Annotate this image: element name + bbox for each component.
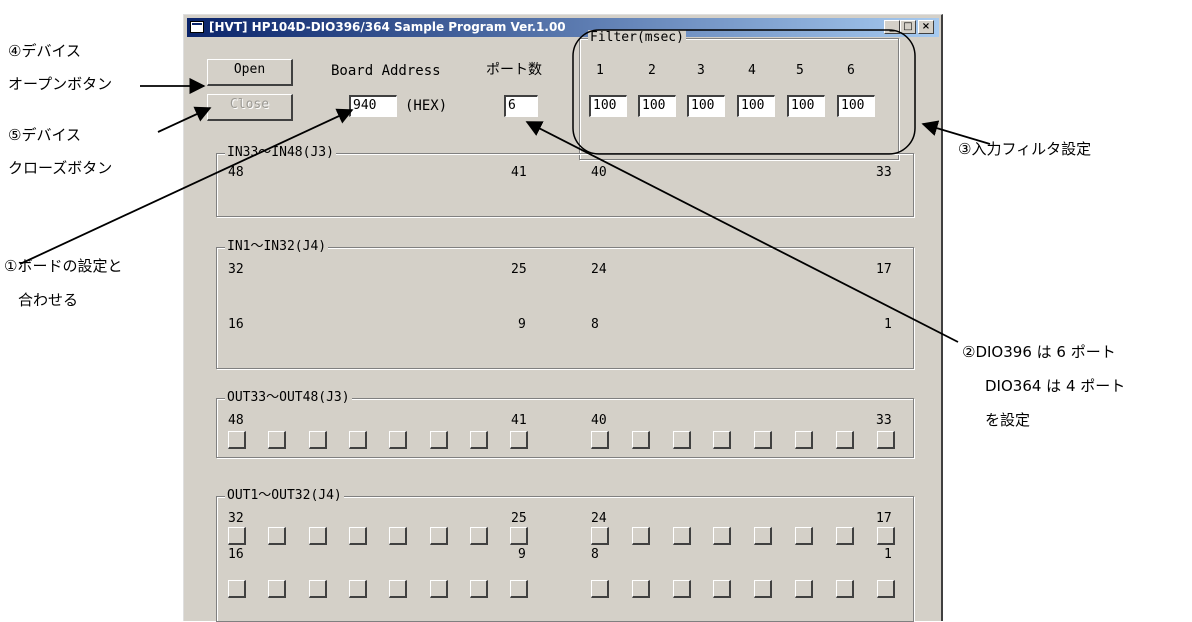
callout-overlay [19,29,991,343]
filter-highlight [572,29,916,155]
arrow-close [157,106,212,133]
arrow-board [19,108,354,265]
arrow-ports [525,121,959,343]
arrow-filter [921,120,991,145]
